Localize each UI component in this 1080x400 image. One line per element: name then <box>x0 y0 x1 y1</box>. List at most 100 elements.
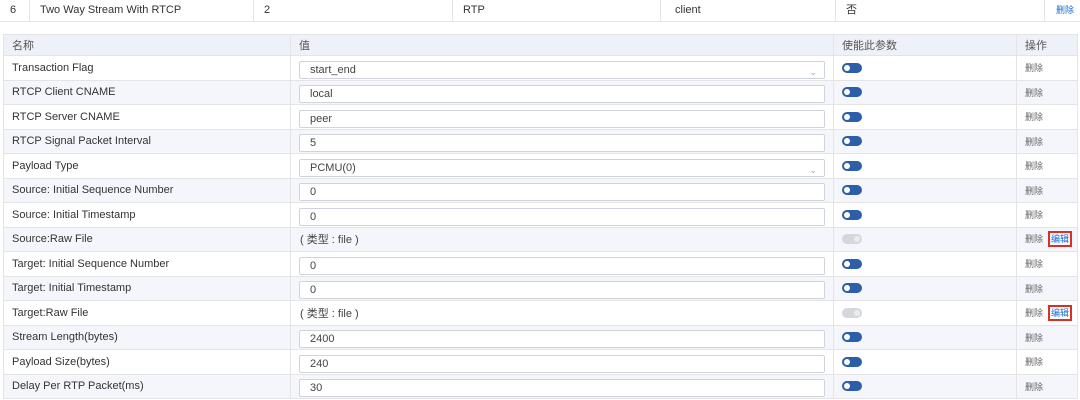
param-delete-link[interactable]: 删除 <box>1025 210 1043 220</box>
param-enable-cell <box>833 373 1017 399</box>
param-delete-link[interactable]: 删除 <box>1025 88 1043 98</box>
param-name: Source: Initial Timestamp <box>3 202 291 228</box>
param-value-input[interactable]: 0 <box>299 256 825 275</box>
enable-toggle[interactable] <box>842 283 862 294</box>
param-action-cell: 删除 <box>1016 153 1078 179</box>
param-name: RTCP Client CNAME <box>3 79 291 105</box>
param-enable-cell <box>833 79 1017 105</box>
param-value-input[interactable]: 2400 <box>299 330 825 349</box>
param-action-cell: 删除 <box>1016 79 1078 105</box>
file-type-label: ( 类型 : file ) <box>300 307 359 320</box>
enable-toggle[interactable] <box>842 160 862 171</box>
param-value-cell: 0 <box>290 275 834 301</box>
param-value-cell: 5 <box>290 128 834 154</box>
param-value-text: PCMU(0) <box>310 161 356 174</box>
param-action-cell: 删除 <box>1016 55 1078 81</box>
param-name: Target: Initial Sequence Number <box>3 251 291 277</box>
stream-index: 6 <box>0 0 30 22</box>
param-row: Target: Initial Sequence Number 0 删除 <box>3 251 1078 277</box>
enable-toggle[interactable] <box>842 332 862 343</box>
param-value-input[interactable]: 5 <box>299 134 825 153</box>
enable-toggle[interactable] <box>842 111 862 122</box>
param-value-cell: 2400 <box>290 324 834 350</box>
param-delete-link[interactable]: 删除 <box>1025 186 1043 196</box>
param-enable-cell <box>833 128 1017 154</box>
param-value-text: 5 <box>310 137 317 150</box>
param-row: Source: Initial Timestamp 0 删除 <box>3 202 1078 228</box>
enable-toggle[interactable] <box>842 136 862 147</box>
enable-toggle[interactable] <box>842 87 862 98</box>
enable-toggle[interactable] <box>842 258 862 269</box>
param-name: RTCP Server CNAME <box>3 104 291 130</box>
param-value-input[interactable]: 30 <box>299 379 825 398</box>
param-value-text: 2400 <box>310 333 335 346</box>
param-value-cell: local <box>290 79 834 105</box>
param-value-input[interactable]: 240 <box>299 354 825 373</box>
param-enable-cell <box>833 104 1017 130</box>
param-name: RTCP Signal Packet Interval <box>3 128 291 154</box>
param-value-input[interactable]: local <box>299 85 825 104</box>
param-delete-link[interactable]: 删除 <box>1025 234 1043 244</box>
stream-name: Two Way Stream With RTCP <box>30 0 254 22</box>
param-value-cell: start_end ⌄ <box>290 55 834 81</box>
param-row: Target:Raw File ( 类型 : file ) 删除 编辑 <box>3 300 1078 326</box>
param-delete-link[interactable]: 删除 <box>1025 357 1043 367</box>
header-enable: 使能此参数 <box>833 34 1017 56</box>
param-row: Payload Size(bytes) 240 删除 <box>3 349 1078 375</box>
param-value-cell: ( 类型 : file ) <box>290 226 834 252</box>
param-name: Target:Raw File <box>3 300 291 326</box>
param-edit-link[interactable]: 编辑 <box>1048 231 1073 248</box>
param-enable-cell <box>833 275 1017 301</box>
param-row: RTCP Client CNAME local 删除 <box>3 79 1078 105</box>
param-value-text: 0 <box>310 186 317 199</box>
param-delete-link[interactable]: 删除 <box>1025 112 1043 122</box>
enable-toggle[interactable] <box>842 209 862 220</box>
param-value-text: start_end <box>310 63 356 76</box>
param-value-input[interactable]: peer <box>299 109 825 128</box>
enable-toggle[interactable] <box>842 381 862 392</box>
chevron-down-icon: ⌄ <box>809 164 817 175</box>
param-action-cell: 删除 <box>1016 104 1078 130</box>
param-value-cell: 30 <box>290 373 834 399</box>
param-delete-link[interactable]: 删除 <box>1025 333 1043 343</box>
param-value-text: local <box>310 88 333 101</box>
stream-protocol: RTP <box>453 0 661 22</box>
param-action-cell: 删除 <box>1016 373 1078 399</box>
param-action-cell: 删除 <box>1016 275 1078 301</box>
enable-toggle[interactable] <box>842 185 862 196</box>
param-value-input[interactable]: 0 <box>299 183 825 202</box>
param-name: Payload Size(bytes) <box>3 349 291 375</box>
enable-toggle <box>842 307 862 318</box>
param-delete-link[interactable]: 删除 <box>1025 308 1043 318</box>
header-value: 值 <box>290 34 834 56</box>
param-table-body: Transaction Flag start_end ⌄ 删除 RTCP Client … <box>3 55 1078 399</box>
param-row: RTCP Signal Packet Interval 5 删除 <box>3 128 1078 154</box>
param-value-cell: 0 <box>290 177 834 203</box>
param-value-input[interactable]: 0 <box>299 207 825 226</box>
param-row: Payload Type PCMU(0) ⌄ 删除 <box>3 153 1078 179</box>
param-value-select[interactable]: PCMU(0) ⌄ <box>299 158 825 177</box>
param-value-select[interactable]: start_end ⌄ <box>299 60 825 79</box>
enable-toggle <box>842 234 862 245</box>
param-action-cell: 删除 编辑 <box>1016 300 1078 326</box>
param-delete-link[interactable]: 删除 <box>1025 161 1043 171</box>
enable-toggle[interactable] <box>842 356 862 367</box>
param-value-input[interactable]: 0 <box>299 281 825 300</box>
stream-row: 6 Two Way Stream With RTCP 2 RTP client … <box>0 0 1080 22</box>
param-value-text: 240 <box>310 357 329 370</box>
param-action-cell: 删除 <box>1016 251 1078 277</box>
header-name: 名称 <box>3 34 291 56</box>
param-delete-link[interactable]: 删除 <box>1025 259 1043 269</box>
param-value-cell: 240 <box>290 349 834 375</box>
enable-toggle[interactable] <box>842 62 862 73</box>
param-delete-link[interactable]: 删除 <box>1025 137 1043 147</box>
param-value-cell: ( 类型 : file ) <box>290 300 834 326</box>
param-delete-link[interactable]: 删除 <box>1025 63 1043 73</box>
stream-delete-link[interactable]: 删除 <box>1056 0 1080 22</box>
param-action-cell: 删除 <box>1016 349 1078 375</box>
param-edit-link[interactable]: 编辑 <box>1048 304 1073 321</box>
param-row: Source: Initial Sequence Number 0 删除 <box>3 177 1078 203</box>
param-enable-cell <box>833 177 1017 203</box>
param-delete-link[interactable]: 删除 <box>1025 284 1043 294</box>
param-delete-link[interactable]: 删除 <box>1025 382 1043 392</box>
